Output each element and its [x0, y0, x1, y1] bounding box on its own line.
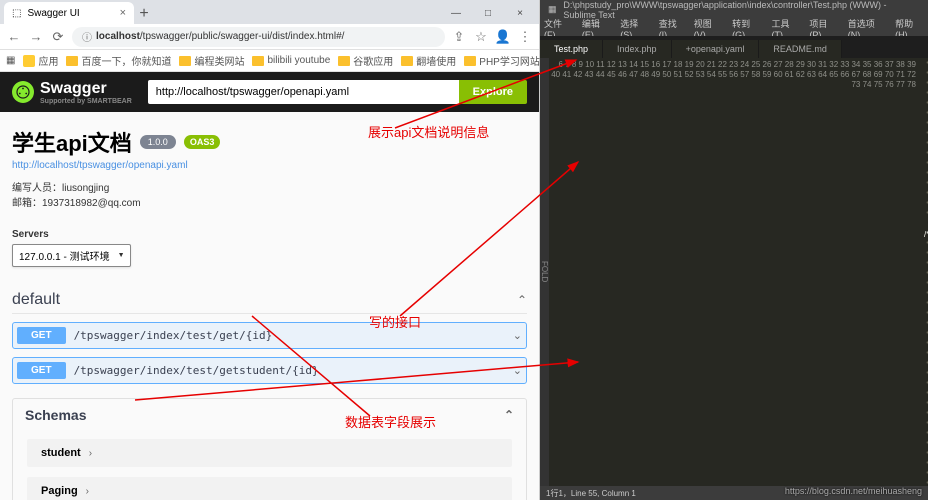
- oas-badge: OAS3: [184, 135, 221, 149]
- bookmark-item[interactable]: bilibili youtube: [252, 55, 330, 66]
- chevron-up-icon: ⌃: [517, 293, 527, 307]
- http-method-badge: GET: [17, 362, 66, 379]
- sublime-editor: ▦ D:\phpstudy_pro\WWW\tpswagger\applicat…: [540, 0, 928, 500]
- endpoint-path: /tpswagger/index/test/get/{id}: [74, 329, 273, 342]
- browser-tab[interactable]: ⬚ Swagger UI ×: [4, 2, 134, 24]
- profile-icon[interactable]: 👤: [495, 29, 511, 45]
- chevron-right-icon: ›: [86, 486, 89, 497]
- sidebar-folders[interactable]: FOLD: [540, 58, 549, 486]
- editor-tab[interactable]: +openapi.yaml: [672, 40, 760, 58]
- new-tab-button[interactable]: +: [134, 4, 154, 24]
- tab-title: Swagger UI: [27, 8, 79, 19]
- editor-tabs: Test.phpIndex.php+openapi.yamlREADME.md: [540, 36, 928, 58]
- bookmark-item[interactable]: 百度一下，你就知道: [66, 53, 171, 68]
- maximize-icon[interactable]: □: [473, 4, 503, 22]
- swagger-page: SwaggerSupported by SMARTBEAR http://loc…: [0, 72, 539, 500]
- openapi-link[interactable]: http://localhost/tpswagger/openapi.yaml: [12, 160, 527, 171]
- api-author: 编写人员：liusongjing: [12, 181, 527, 196]
- url-input[interactable]: ⓘ localhost/tpswagger/public/swagger-ui/…: [72, 27, 445, 47]
- menu-icon[interactable]: ⋮: [517, 29, 533, 45]
- schema-item[interactable]: student›: [27, 439, 512, 467]
- code-area[interactable]: * class=class="c-s">"c-p">@OA\openapi( *…: [920, 58, 928, 486]
- schemas-header[interactable]: Schemas ⌃: [13, 399, 526, 431]
- editor-tab[interactable]: Index.php: [603, 40, 672, 58]
- swagger-logo-icon: [12, 81, 34, 103]
- api-title: 学生api文档: [12, 126, 132, 158]
- servers-label: Servers: [12, 229, 527, 240]
- watermark: https://blog.csdn.net/meihuasheng: [785, 486, 922, 496]
- close-window-icon[interactable]: ×: [505, 4, 535, 22]
- version-badge: 1.0.0: [140, 135, 176, 149]
- back-icon[interactable]: ←: [6, 29, 22, 45]
- forward-icon[interactable]: →: [28, 29, 44, 45]
- swagger-header: SwaggerSupported by SMARTBEAR http://loc…: [0, 72, 539, 112]
- bookmark-item[interactable]: 编程类网站: [179, 53, 244, 68]
- star-icon[interactable]: ☆: [473, 29, 489, 45]
- chevron-down-icon: ⌄: [513, 364, 522, 377]
- section-default[interactable]: default ⌃: [12, 287, 527, 314]
- api-email: 邮箱：1937318982@qq.com: [12, 196, 527, 211]
- line-gutter: 6 7 8 9 10 11 12 13 14 15 16 17 18 19 20…: [549, 58, 920, 486]
- apps-icon[interactable]: ▦: [6, 55, 15, 66]
- swagger-logo: SwaggerSupported by SMARTBEAR: [12, 80, 132, 105]
- endpoint-path: /tpswagger/index/test/getstudent/{id}: [74, 364, 319, 377]
- bookmarks-bar: ▦ 应用百度一下，你就知道编程类网站 bilibili youtube 谷歌应用翻墙使…: [0, 50, 539, 72]
- swagger-url-input[interactable]: http://localhost/tpswagger/openapi.yaml: [148, 80, 459, 104]
- chevron-right-icon: ›: [89, 448, 92, 459]
- explore-button[interactable]: Explore: [459, 80, 527, 104]
- share-icon[interactable]: ⇪: [451, 29, 467, 45]
- chrome-browser: ⬚ Swagger UI × + — □ × ← → ⟳ ⓘ localhost…: [0, 0, 540, 500]
- tab-favicon: ⬚: [12, 8, 21, 19]
- endpoint-row[interactable]: GET/tpswagger/index/test/get/{id} ⌄: [12, 322, 527, 349]
- bookmark-item[interactable]: 谷歌应用: [338, 53, 393, 68]
- chevron-down-icon: ⌄: [513, 329, 522, 342]
- bookmark-item[interactable]: 应用: [23, 53, 58, 68]
- minimize-icon[interactable]: —: [441, 4, 471, 22]
- reload-icon[interactable]: ⟳: [50, 29, 66, 45]
- http-method-badge: GET: [17, 327, 66, 344]
- close-icon[interactable]: ×: [120, 7, 126, 19]
- schema-item[interactable]: Paging›: [27, 477, 512, 500]
- chrome-tab-strip: ⬚ Swagger UI × + — □ ×: [0, 0, 539, 24]
- bookmark-item[interactable]: 翻墙使用: [401, 53, 456, 68]
- sublime-icon: ▦: [548, 4, 559, 16]
- address-bar: ← → ⟳ ⓘ localhost/tpswagger/public/swagg…: [0, 24, 539, 50]
- editor-tab[interactable]: README.md: [759, 40, 842, 58]
- endpoint-row[interactable]: GET/tpswagger/index/test/getstudent/{id}…: [12, 357, 527, 384]
- editor-menubar[interactable]: 文件(F)编辑(E)选择(S)查找(I)视图(V)转到(G)工具(T)项目(P)…: [540, 20, 928, 36]
- bookmark-item[interactable]: PHP学习网站: [464, 53, 540, 68]
- editor-tab[interactable]: Test.php: [540, 40, 603, 58]
- chevron-up-icon: ⌃: [504, 408, 514, 422]
- server-select[interactable]: 127.0.0.1 - 测试环境: [12, 244, 131, 267]
- info-icon: ⓘ: [82, 29, 92, 44]
